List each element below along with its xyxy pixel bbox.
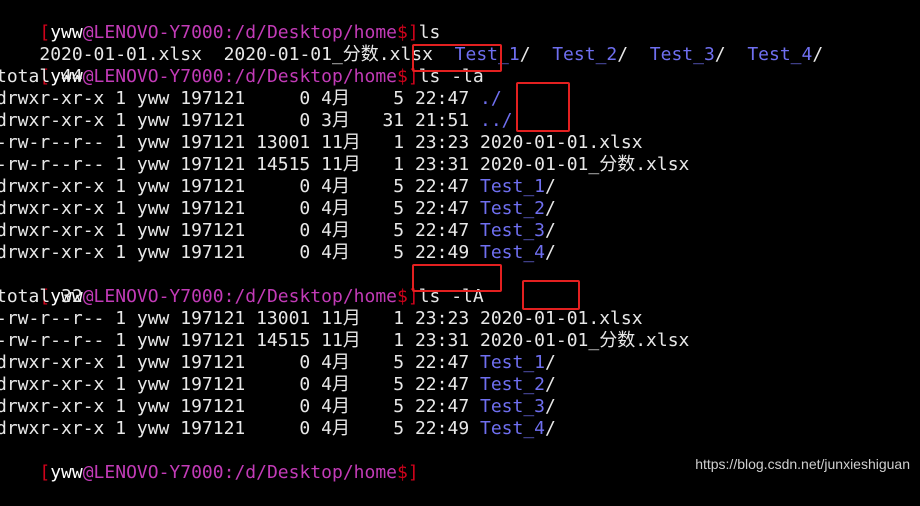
dir-suffix: / bbox=[545, 220, 556, 241]
directory-name: Test_1 bbox=[480, 352, 546, 373]
la-row: drwxr-xr-x 1 yww 197121 0 4月 5 22:47 ./ bbox=[0, 88, 502, 110]
row-meta: drwxr-xr-x 1 yww 197121 0 4月 5 22:47 bbox=[0, 374, 480, 395]
prompt-path: :/d/Desktop/home bbox=[223, 66, 397, 87]
directory-name: ./ bbox=[480, 88, 502, 109]
directory-name: Test_4 bbox=[480, 418, 546, 439]
la-row: drwxr-xr-x 1 yww 197121 0 4月 5 22:47 Tes… bbox=[0, 198, 556, 220]
row-meta: drwxr-xr-x 1 yww 197121 0 4月 5 22:47 bbox=[0, 220, 480, 241]
terminal-window[interactable]: [yww@LENOVO-Y7000:/d/Desktop/home$]ls 20… bbox=[0, 0, 920, 483]
directory-name: Test_4 bbox=[480, 242, 546, 263]
la-row: drwxr-xr-x 1 yww 197121 0 4月 5 22:49 Tes… bbox=[0, 242, 556, 264]
highlight-box-dot-dirs bbox=[516, 82, 570, 132]
la-row: drwxr-xr-x 1 yww 197121 0 4月 5 22:47 Tes… bbox=[0, 220, 556, 242]
la-row: drwxr-xr-x 1 yww 197121 0 3月 31 21:51 ..… bbox=[0, 110, 513, 132]
dir-suffix: / bbox=[545, 396, 556, 417]
prompt-line-4[interactable]: [yww@LENOVO-Y7000:/d/Desktop/home$] bbox=[0, 440, 418, 483]
lA-row: -rw-r--r-- 1 yww 197121 14515 11月 1 23:3… bbox=[0, 330, 689, 352]
prompt-line-1: [yww@LENOVO-Y7000:/d/Desktop/home$]ls bbox=[0, 0, 440, 43]
lA-row: drwxr-xr-x 1 yww 197121 0 4月 5 22:47 Tes… bbox=[0, 352, 556, 374]
prompt-host: @LENOVO-Y7000 bbox=[82, 66, 224, 87]
file-name: 2020-01-01.xlsx bbox=[480, 308, 643, 329]
directory-name: Test_3 bbox=[480, 396, 546, 417]
lA-row: drwxr-xr-x 1 yww 197121 0 4月 5 22:49 Tes… bbox=[0, 418, 556, 440]
prompt-path: :/d/Desktop/home bbox=[223, 286, 397, 307]
row-meta: -rw-r--r-- 1 yww 197121 14515 11月 1 23:3… bbox=[0, 154, 480, 175]
la-row: -rw-r--r-- 1 yww 197121 13001 11月 1 23:2… bbox=[0, 132, 643, 154]
total-line-la: total 44 bbox=[0, 66, 83, 87]
dir-suffix: / bbox=[545, 418, 556, 439]
ls-dir-3: Test_3 bbox=[649, 44, 715, 65]
directory-name: Test_2 bbox=[480, 374, 546, 395]
dir-suffix: / bbox=[545, 242, 556, 263]
highlight-box-ls-lA bbox=[412, 264, 502, 292]
row-meta: drwxr-xr-x 1 yww 197121 0 3月 31 21:51 bbox=[0, 110, 480, 131]
row-meta: -rw-r--r-- 1 yww 197121 13001 11月 1 23:2… bbox=[0, 308, 480, 329]
ls-sep: / bbox=[714, 44, 748, 65]
dir-suffix: / bbox=[545, 198, 556, 219]
prompt-host: @LENOVO-Y7000 bbox=[82, 286, 224, 307]
directory-name: Test_2 bbox=[480, 198, 546, 219]
file-name: 2020-01-01_分数.xlsx bbox=[480, 154, 690, 175]
row-meta: drwxr-xr-x 1 yww 197121 0 4月 5 22:47 bbox=[0, 396, 480, 417]
highlight-box-ls-la bbox=[412, 44, 502, 72]
ls-sep: / bbox=[812, 44, 824, 65]
dir-suffix: / bbox=[545, 374, 556, 395]
row-meta: -rw-r--r-- 1 yww 197121 13001 11月 1 23:2… bbox=[0, 132, 480, 153]
total-line-lA: total 32 bbox=[0, 286, 83, 307]
row-meta: drwxr-xr-x 1 yww 197121 0 4月 5 22:47 bbox=[0, 88, 480, 109]
highlight-box-missing-dot-dirs bbox=[522, 280, 580, 310]
row-meta: -rw-r--r-- 1 yww 197121 14515 11月 1 23:3… bbox=[0, 330, 480, 351]
row-meta: drwxr-xr-x 1 yww 197121 0 4月 5 22:49 bbox=[0, 418, 480, 439]
la-row: drwxr-xr-x 1 yww 197121 0 4月 5 22:47 Tes… bbox=[0, 176, 556, 198]
ls-sep: / bbox=[617, 44, 650, 65]
row-meta: drwxr-xr-x 1 yww 197121 0 4月 5 22:47 bbox=[0, 352, 480, 373]
directory-name: ../ bbox=[480, 110, 513, 131]
directory-name: Test_1 bbox=[480, 176, 546, 197]
ls-dir-4: Test_4 bbox=[747, 44, 813, 65]
lA-row: -rw-r--r-- 1 yww 197121 13001 11月 1 23:2… bbox=[0, 308, 643, 330]
ls-dir-2: Test_2 bbox=[552, 44, 618, 65]
la-row: -rw-r--r-- 1 yww 197121 14515 11月 1 23:3… bbox=[0, 154, 689, 176]
ls-sep: / bbox=[519, 44, 553, 65]
row-meta: drwxr-xr-x 1 yww 197121 0 4月 5 22:47 bbox=[0, 176, 480, 197]
watermark-text: https://blog.csdn.net/junxieshiguan bbox=[695, 456, 910, 472]
row-meta: drwxr-xr-x 1 yww 197121 0 4月 5 22:47 bbox=[0, 198, 480, 219]
lA-row: drwxr-xr-x 1 yww 197121 0 4月 5 22:47 Tes… bbox=[0, 374, 556, 396]
ls-output-line: 2020-01-01.xlsx 2020-01-01_分数.xlsx Test_… bbox=[0, 22, 823, 65]
row-meta: drwxr-xr-x 1 yww 197121 0 4月 5 22:49 bbox=[0, 242, 480, 263]
file-name: 2020-01-01_分数.xlsx bbox=[480, 330, 690, 351]
dir-suffix: / bbox=[545, 176, 556, 197]
directory-name: Test_3 bbox=[480, 220, 546, 241]
lA-row: drwxr-xr-x 1 yww 197121 0 4月 5 22:47 Tes… bbox=[0, 396, 556, 418]
dir-suffix: / bbox=[545, 352, 556, 373]
file-name: 2020-01-01.xlsx bbox=[480, 132, 643, 153]
